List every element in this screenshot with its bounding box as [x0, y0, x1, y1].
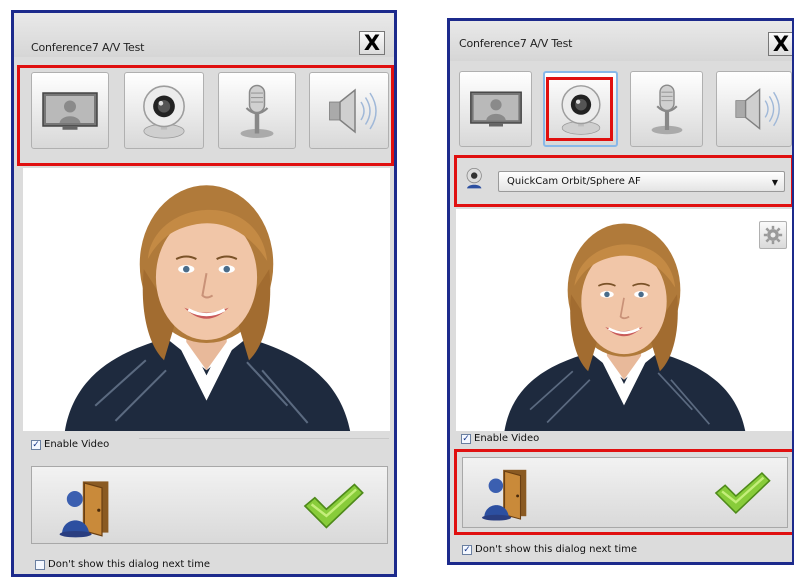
checkbox-checked-icon: ✓ — [462, 544, 472, 555]
speaker-icon — [319, 81, 379, 141]
tab-microphone[interactable] — [218, 72, 296, 149]
speaker-icon — [726, 81, 782, 137]
camera-select-value: QuickCam Orbit/Sphere AF — [507, 176, 641, 187]
action-bar — [31, 466, 388, 544]
webcam-icon — [133, 80, 195, 142]
confirm-button[interactable] — [711, 470, 773, 520]
video-preview — [23, 168, 390, 431]
dont-show-label: Don't show this dialog next time — [48, 559, 211, 570]
webcam-video-image — [23, 168, 390, 431]
av-test-dialog-right: Conference7 A/V Test X QuickCam Orbit/Sp… — [447, 18, 794, 565]
checkmark-icon — [711, 470, 773, 516]
tab-microphone[interactable] — [630, 71, 703, 147]
exit-button[interactable] — [54, 475, 118, 543]
exit-button[interactable] — [477, 464, 535, 526]
close-button[interactable]: X — [359, 31, 385, 55]
camera-select[interactable]: QuickCam Orbit/Sphere AF ▼ — [498, 171, 785, 192]
checkbox-unchecked-icon — [35, 559, 45, 570]
checkbox-checked-icon: ✓ — [31, 439, 41, 450]
dialog-title: Conference7 A/V Test — [31, 41, 145, 54]
checkbox-checked-icon: ✓ — [461, 433, 471, 444]
dont-show-checkbox[interactable]: ✓ Don't show this dialog next time — [462, 544, 637, 555]
monitor-person-icon — [468, 86, 524, 132]
microphone-icon — [639, 81, 695, 137]
enable-video-label: Enable Video — [474, 433, 540, 444]
exit-door-icon — [54, 475, 118, 539]
dont-show-checkbox[interactable]: Don't show this dialog next time — [35, 559, 210, 570]
title-bar: Conference7 A/V Test X — [450, 21, 792, 61]
webcam-video-image — [456, 209, 792, 431]
close-button[interactable]: X — [768, 32, 792, 56]
tab-speaker[interactable] — [309, 72, 389, 149]
title-bar: Conference7 A/V Test X — [14, 13, 394, 57]
tab-webcam[interactable] — [124, 72, 204, 149]
camera-settings-button[interactable] — [759, 221, 787, 249]
av-test-dialog-left: Conference7 A/V Test X ✓ Enable Video Do… — [11, 10, 397, 577]
microphone-icon — [227, 81, 287, 141]
close-icon: X — [363, 31, 381, 55]
exit-door-icon — [477, 464, 535, 522]
camera-device-icon — [463, 166, 487, 194]
dont-show-label: Don't show this dialog next time — [475, 544, 638, 555]
webcam-icon — [552, 80, 610, 138]
tab-speaker[interactable] — [716, 71, 792, 147]
tab-video-preview[interactable] — [31, 72, 109, 149]
monitor-person-icon — [40, 87, 100, 135]
action-bar — [462, 457, 788, 528]
video-preview — [456, 209, 792, 431]
enable-video-label: Enable Video — [44, 439, 110, 450]
gear-icon — [763, 225, 783, 245]
tab-webcam[interactable] — [543, 71, 618, 147]
tab-video-preview[interactable] — [459, 71, 532, 147]
checkmark-icon — [300, 481, 366, 531]
enable-video-checkbox[interactable]: ✓ Enable Video — [461, 433, 539, 444]
dialog-title: Conference7 A/V Test — [459, 37, 573, 50]
dropdown-arrow-icon: ▼ — [771, 178, 778, 187]
confirm-button[interactable] — [300, 481, 366, 535]
close-icon: X — [772, 32, 790, 56]
enable-video-checkbox[interactable]: ✓ Enable Video — [31, 439, 109, 450]
